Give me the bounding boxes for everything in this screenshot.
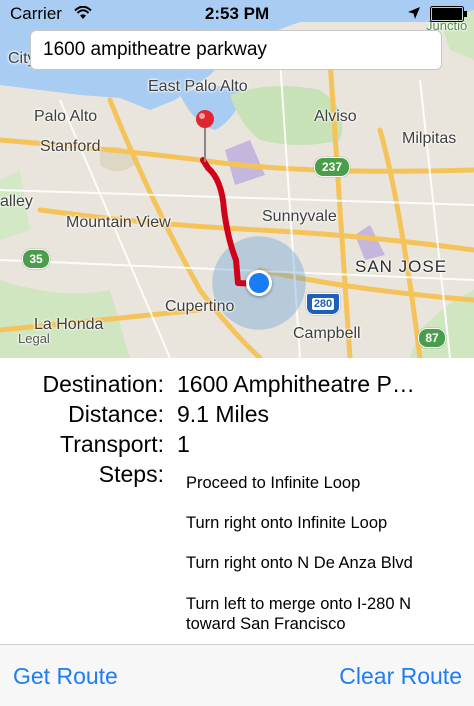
- step-item: Proceed to Infinite Loop: [186, 474, 361, 492]
- status-time: 2:53 PM: [204, 4, 270, 23]
- map-label-alley: alley: [0, 193, 33, 210]
- map-label-san-jose: SAN JOSE: [355, 257, 448, 276]
- status-bar: Carrier 2:53 PM: [0, 0, 474, 28]
- transport-label: Transport:: [60, 431, 164, 457]
- map-label-mountain-view: Mountain View: [66, 214, 171, 231]
- step-item: Turn left to merge onto I-280 N toward S…: [186, 595, 411, 633]
- highway-87-shield: 87: [418, 328, 446, 348]
- map-label-east-palo-alto: East Palo Alto: [148, 78, 248, 95]
- map-label-campbell: Campbell: [293, 325, 361, 342]
- map-label-milpitas: Milpitas: [402, 130, 457, 147]
- search-input[interactable]: [30, 30, 442, 70]
- map-label-sunnyvale: Sunnyvale: [262, 208, 337, 225]
- map-label-cupertino: Cupertino: [165, 298, 235, 315]
- interstate-280-shield: 280: [306, 293, 340, 315]
- map-label-stanford: Stanford: [40, 138, 101, 155]
- bottom-toolbar: Get Route Clear Route: [0, 644, 474, 706]
- step-item: Turn right onto Infinite Loop: [186, 514, 388, 532]
- highway-237-shield: 237: [314, 157, 350, 177]
- transport-value: 1: [177, 431, 190, 457]
- destination-label: Destination:: [42, 371, 164, 397]
- map-legal-link[interactable]: Legal: [18, 331, 50, 346]
- destination-value: 1600 Amphitheatre P…: [177, 371, 415, 397]
- get-route-button[interactable]: Get Route: [13, 663, 118, 690]
- map-label-palo-alto: Palo Alto: [34, 108, 98, 125]
- distance-label: Distance:: [68, 401, 164, 427]
- clear-route-button[interactable]: Clear Route: [339, 663, 462, 690]
- location-arrow-icon: [408, 7, 420, 19]
- distance-value: 9.1 Miles: [177, 401, 270, 427]
- battery-icon: [430, 6, 467, 22]
- map-view[interactable]: City East Palo Alto Palo Alto Alviso Mil…: [0, 0, 474, 358]
- steps-label: Steps:: [98, 461, 164, 487]
- map-label-alviso: Alviso: [314, 108, 357, 125]
- step-item: Turn right onto N De Anza Blvd: [186, 554, 413, 572]
- user-location-icon: [246, 270, 272, 296]
- highway-35-shield: 35: [22, 249, 50, 269]
- destination-pin-icon[interactable]: [194, 108, 216, 164]
